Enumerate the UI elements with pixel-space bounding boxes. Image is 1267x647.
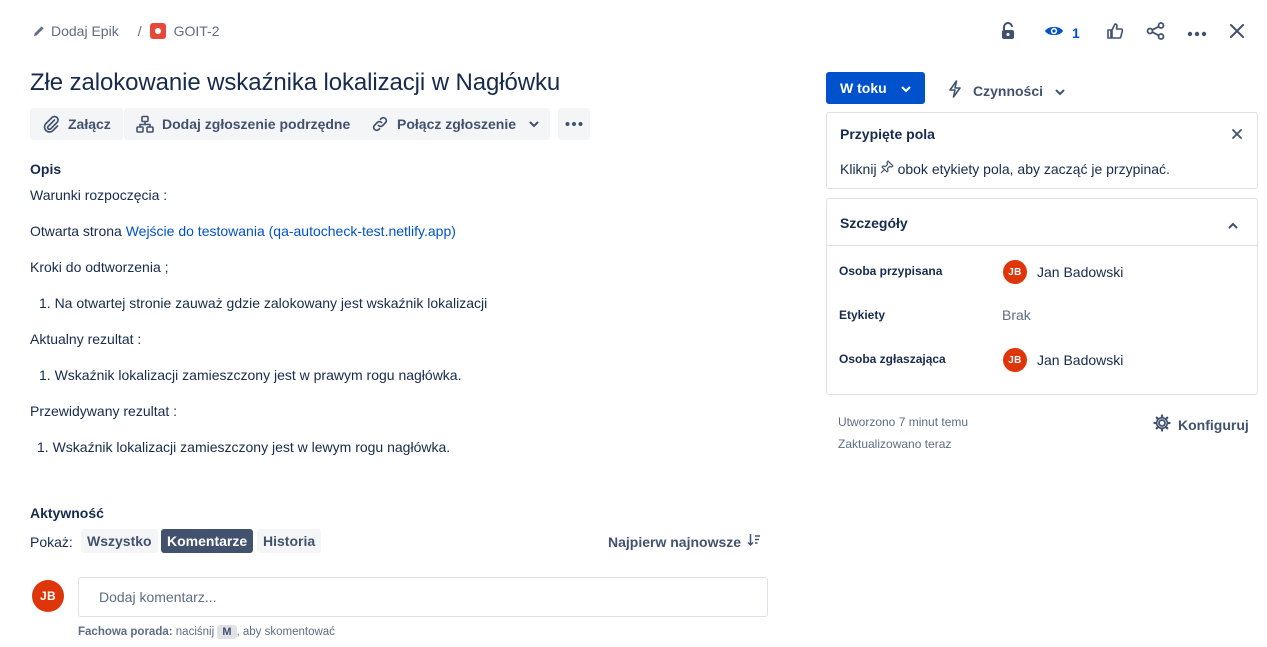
- filter-comments[interactable]: Komentarze: [161, 529, 254, 553]
- description-expected-item: 1. Wskaźnik lokalizacji zamieszczony jes…: [37, 439, 451, 455]
- chevron-down-icon: [1055, 83, 1065, 99]
- description-preconditions: Warunki rozpoczęcia :: [30, 187, 168, 203]
- collapse-details-button[interactable]: [1228, 216, 1238, 232]
- more-icon: [1187, 24, 1207, 40]
- labels-label: Etykiety: [839, 308, 886, 322]
- reporter-field[interactable]: JB Jan Badowski: [1003, 348, 1123, 372]
- sort-label: Najpierw najnowsze: [608, 533, 742, 550]
- assignee-name: Jan Badowski: [1037, 264, 1124, 280]
- pencil-icon: [33, 25, 45, 37]
- share-icon: [1146, 21, 1166, 43]
- test-page-link[interactable]: Wejście do testowania (qa-autocheck-test…: [126, 223, 456, 239]
- actions-button[interactable]: Czynności: [947, 80, 1065, 101]
- filter-history[interactable]: Historia: [257, 529, 322, 553]
- tip-bold: Fachowa porada:: [78, 626, 173, 638]
- sort-icon: [747, 533, 761, 550]
- link-issue-dropdown[interactable]: [518, 108, 550, 140]
- tip-key: M: [217, 625, 237, 639]
- reporter-avatar: JB: [1003, 348, 1027, 372]
- description-steps-heading: Kroki do odtworzenia ;: [30, 259, 169, 275]
- issue-title[interactable]: Złe zalokowanie wskaźnika lokalizacji w …: [30, 69, 560, 97]
- toolbar-more-button[interactable]: [558, 108, 590, 140]
- breadcrumb-separator: /: [137, 23, 142, 39]
- link-issue-button[interactable]: Połącz zgłoszenie: [359, 108, 529, 140]
- watch-button[interactable]: 1: [1044, 24, 1080, 41]
- attach-label: Załącz: [68, 116, 111, 132]
- share-button[interactable]: [1140, 16, 1172, 48]
- activity-heading: Aktywność: [30, 505, 104, 521]
- details-divider: [827, 245, 1257, 246]
- more-options-button[interactable]: [1181, 16, 1213, 48]
- link-icon: [371, 115, 389, 133]
- pinned-fields-heading: Przypięte pola: [840, 126, 935, 142]
- thumbs-up-icon: [1106, 22, 1124, 43]
- pinned-hint-after: obok etykiety pola, aby zacząć je przypi…: [897, 160, 1170, 177]
- details-heading[interactable]: Szczegóły: [840, 215, 908, 231]
- unlock-icon: [1000, 21, 1016, 43]
- assignee-label: Osoba przypisana: [839, 264, 943, 278]
- page-opened-text: Otwarta strona: [30, 223, 126, 239]
- configure-label: Konfiguruj: [1178, 416, 1249, 433]
- close-pinned-button[interactable]: [1231, 127, 1243, 143]
- gear-icon: [1153, 414, 1171, 435]
- hierarchy-icon: [136, 115, 154, 133]
- sort-toggle[interactable]: Najpierw najnowsze: [608, 533, 761, 550]
- pinned-fields-panel: Przypięte pola Kliknij obok etykiety pol…: [826, 112, 1258, 189]
- link-issue-label: Połącz zgłoszenie: [397, 116, 517, 132]
- vote-button[interactable]: [1099, 16, 1131, 48]
- close-icon: [1231, 127, 1243, 143]
- description-page-line: Otwarta strona Wejście do testowania (qa…: [30, 223, 456, 239]
- status-label: W toku: [840, 80, 887, 96]
- add-child-issue-button[interactable]: Dodaj zgłoszenie podrzędne: [124, 108, 363, 140]
- configure-button[interactable]: Konfiguruj: [1153, 414, 1249, 435]
- eye-icon: [1044, 24, 1064, 41]
- lightning-icon: [947, 80, 963, 101]
- pinned-hint-before: Kliknij: [840, 160, 877, 177]
- updated-timestamp: Zaktualizowano teraz: [838, 437, 952, 451]
- labels-value: Brak: [1002, 307, 1031, 323]
- description-actual-heading: Aktualny rezultat :: [30, 331, 142, 347]
- activity-show-label: Pokaż:: [30, 534, 73, 550]
- tip-press: naciśnij: [172, 626, 218, 638]
- close-icon: [1229, 23, 1245, 42]
- tip-rest: , aby skomentować: [236, 626, 335, 638]
- add-child-label: Dodaj zgłoszenie podrzędne: [162, 116, 351, 132]
- labels-field[interactable]: Brak: [1002, 307, 1031, 323]
- filter-all[interactable]: Wszystko: [81, 529, 158, 553]
- status-button[interactable]: W toku: [826, 72, 925, 104]
- description-heading: Opis: [30, 161, 62, 177]
- description-expected-heading: Przewidywany rezultat :: [30, 403, 178, 419]
- paperclip-icon: [42, 115, 60, 133]
- created-timestamp: Utworzono 7 minut temu: [838, 415, 969, 429]
- bug-icon: [149, 23, 166, 39]
- pin-icon: [880, 160, 894, 177]
- chevron-down-icon: [529, 121, 539, 128]
- watchers-count: 1: [1072, 24, 1080, 41]
- pinned-hint: Kliknij obok etykiety pola, aby zacząć j…: [840, 160, 1170, 177]
- current-user-avatar: JB: [32, 580, 64, 612]
- details-panel: Szczegóły Osoba przypisana JB Jan Badows…: [826, 198, 1258, 395]
- lock-button[interactable]: [992, 16, 1024, 48]
- chevron-down-icon: [901, 80, 911, 96]
- comment-tip: Fachowa porada: naciśnij M, aby skomento…: [78, 625, 335, 639]
- add-epic-link[interactable]: Dodaj Epik: [51, 23, 119, 39]
- breadcrumb: Dodaj Epik / GOIT-2: [33, 23, 220, 39]
- description-actual-item: 1. Wskaźnik lokalizacji zamieszczony jes…: [39, 367, 462, 383]
- actions-label: Czynności: [973, 82, 1044, 99]
- more-icon: [565, 122, 583, 126]
- description-step-item: 1. Na otwartej stronie zauważ gdzie zalo…: [39, 295, 488, 311]
- reporter-name: Jan Badowski: [1037, 352, 1124, 368]
- assignee-avatar: JB: [1003, 260, 1027, 284]
- attach-button[interactable]: Załącz: [30, 108, 123, 140]
- close-button[interactable]: [1221, 16, 1253, 48]
- comment-input[interactable]: Dodaj komentarz...: [78, 577, 768, 617]
- assignee-field[interactable]: JB Jan Badowski: [1003, 260, 1123, 284]
- issue-key-link[interactable]: GOIT-2: [174, 23, 220, 39]
- reporter-label: Osoba zgłaszająca: [839, 352, 946, 366]
- chevron-up-icon: [1228, 216, 1238, 232]
